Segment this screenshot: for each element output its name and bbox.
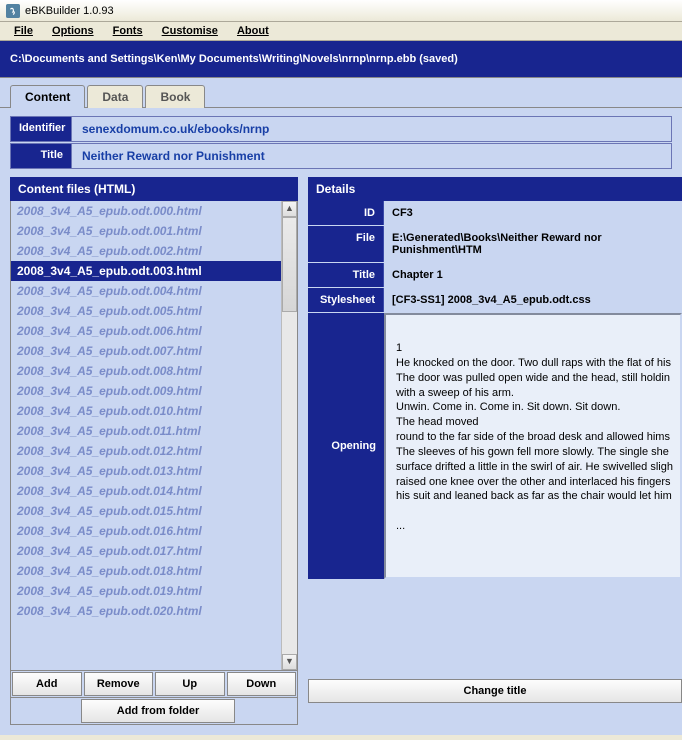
tab-data[interactable]: Data	[87, 85, 143, 108]
list-item[interactable]: 2008_3v4_A5_epub.odt.000.html	[11, 201, 281, 221]
list-item[interactable]: 2008_3v4_A5_epub.odt.013.html	[11, 461, 281, 481]
tab-content[interactable]: Content	[10, 85, 85, 108]
tab-book[interactable]: Book	[145, 85, 205, 108]
menubar: File Options Fonts Customise About	[0, 22, 682, 41]
titlebar: eBKBuilder 1.0.93	[0, 0, 682, 22]
list-item[interactable]: 2008_3v4_A5_epub.odt.003.html	[11, 261, 281, 281]
list-item[interactable]: 2008_3v4_A5_epub.odt.015.html	[11, 501, 281, 521]
menu-about[interactable]: About	[229, 23, 277, 39]
detail-title-value: Chapter 1	[384, 263, 682, 287]
remove-button[interactable]: Remove	[84, 672, 154, 696]
list-item[interactable]: 2008_3v4_A5_epub.odt.009.html	[11, 381, 281, 401]
detail-id-value: CF3	[384, 201, 682, 225]
list-item[interactable]: 2008_3v4_A5_epub.odt.012.html	[11, 441, 281, 461]
detail-file-label: File	[308, 226, 384, 262]
identifier-label: Identifier	[10, 116, 72, 142]
list-item[interactable]: 2008_3v4_A5_epub.odt.010.html	[11, 401, 281, 421]
list-item[interactable]: 2008_3v4_A5_epub.odt.005.html	[11, 301, 281, 321]
detail-opening-text: 1 He knocked on the door. Two dull raps …	[384, 313, 682, 579]
menu-fonts[interactable]: Fonts	[105, 23, 151, 39]
details-header: Details	[308, 177, 682, 201]
change-title-button[interactable]: Change title	[308, 679, 682, 703]
title-label: Title	[10, 143, 72, 169]
tabs: Content Data Book	[0, 77, 682, 107]
detail-title-label: Title	[308, 263, 384, 287]
list-item[interactable]: 2008_3v4_A5_epub.odt.011.html	[11, 421, 281, 441]
detail-stylesheet-label: Stylesheet	[308, 288, 384, 312]
title-value[interactable]: Neither Reward nor Punishment	[72, 143, 672, 169]
content-files-header: Content files (HTML)	[10, 177, 298, 201]
list-item[interactable]: 2008_3v4_A5_epub.odt.019.html	[11, 581, 281, 601]
list-item[interactable]: 2008_3v4_A5_epub.odt.007.html	[11, 341, 281, 361]
list-item[interactable]: 2008_3v4_A5_epub.odt.018.html	[11, 561, 281, 581]
scroll-thumb[interactable]	[282, 217, 297, 312]
menu-options[interactable]: Options	[44, 23, 102, 39]
identifier-value[interactable]: senexdomum.co.uk/ebooks/nrnp	[72, 116, 672, 142]
add-button[interactable]: Add	[12, 672, 82, 696]
down-button[interactable]: Down	[227, 672, 297, 696]
list-item[interactable]: 2008_3v4_A5_epub.odt.006.html	[11, 321, 281, 341]
list-item[interactable]: 2008_3v4_A5_epub.odt.016.html	[11, 521, 281, 541]
app-title: eBKBuilder 1.0.93	[25, 5, 114, 17]
content-file-list[interactable]: 2008_3v4_A5_epub.odt.000.html2008_3v4_A5…	[11, 201, 281, 670]
identifier-row: Identifier senexdomum.co.uk/ebooks/nrnp	[10, 116, 672, 142]
scroll-down-icon[interactable]: ▼	[282, 654, 297, 670]
list-item[interactable]: 2008_3v4_A5_epub.odt.008.html	[11, 361, 281, 381]
detail-file-value: E:\Generated\Books\Neither Reward nor Pu…	[384, 226, 682, 262]
file-path-bar: C:\Documents and Settings\Ken\My Documen…	[0, 41, 682, 77]
menu-file[interactable]: File	[6, 23, 41, 39]
detail-id-label: ID	[308, 201, 384, 225]
list-item[interactable]: 2008_3v4_A5_epub.odt.017.html	[11, 541, 281, 561]
menu-customise[interactable]: Customise	[154, 23, 226, 39]
list-item[interactable]: 2008_3v4_A5_epub.odt.020.html	[11, 601, 281, 621]
scroll-up-icon[interactable]: ▲	[282, 201, 297, 217]
add-from-folder-button[interactable]: Add from folder	[81, 699, 235, 723]
detail-opening-label: Opening	[308, 313, 384, 579]
up-button[interactable]: Up	[155, 672, 225, 696]
java-icon	[6, 4, 20, 18]
scrollbar[interactable]: ▲ ▼	[281, 201, 297, 670]
scroll-track[interactable]	[282, 217, 297, 654]
list-item[interactable]: 2008_3v4_A5_epub.odt.001.html	[11, 221, 281, 241]
detail-stylesheet-value: [CF3-SS1] 2008_3v4_A5_epub.odt.css	[384, 288, 682, 312]
list-item[interactable]: 2008_3v4_A5_epub.odt.004.html	[11, 281, 281, 301]
title-row: Title Neither Reward nor Punishment	[10, 143, 672, 169]
list-item[interactable]: 2008_3v4_A5_epub.odt.002.html	[11, 241, 281, 261]
list-item[interactable]: 2008_3v4_A5_epub.odt.014.html	[11, 481, 281, 501]
